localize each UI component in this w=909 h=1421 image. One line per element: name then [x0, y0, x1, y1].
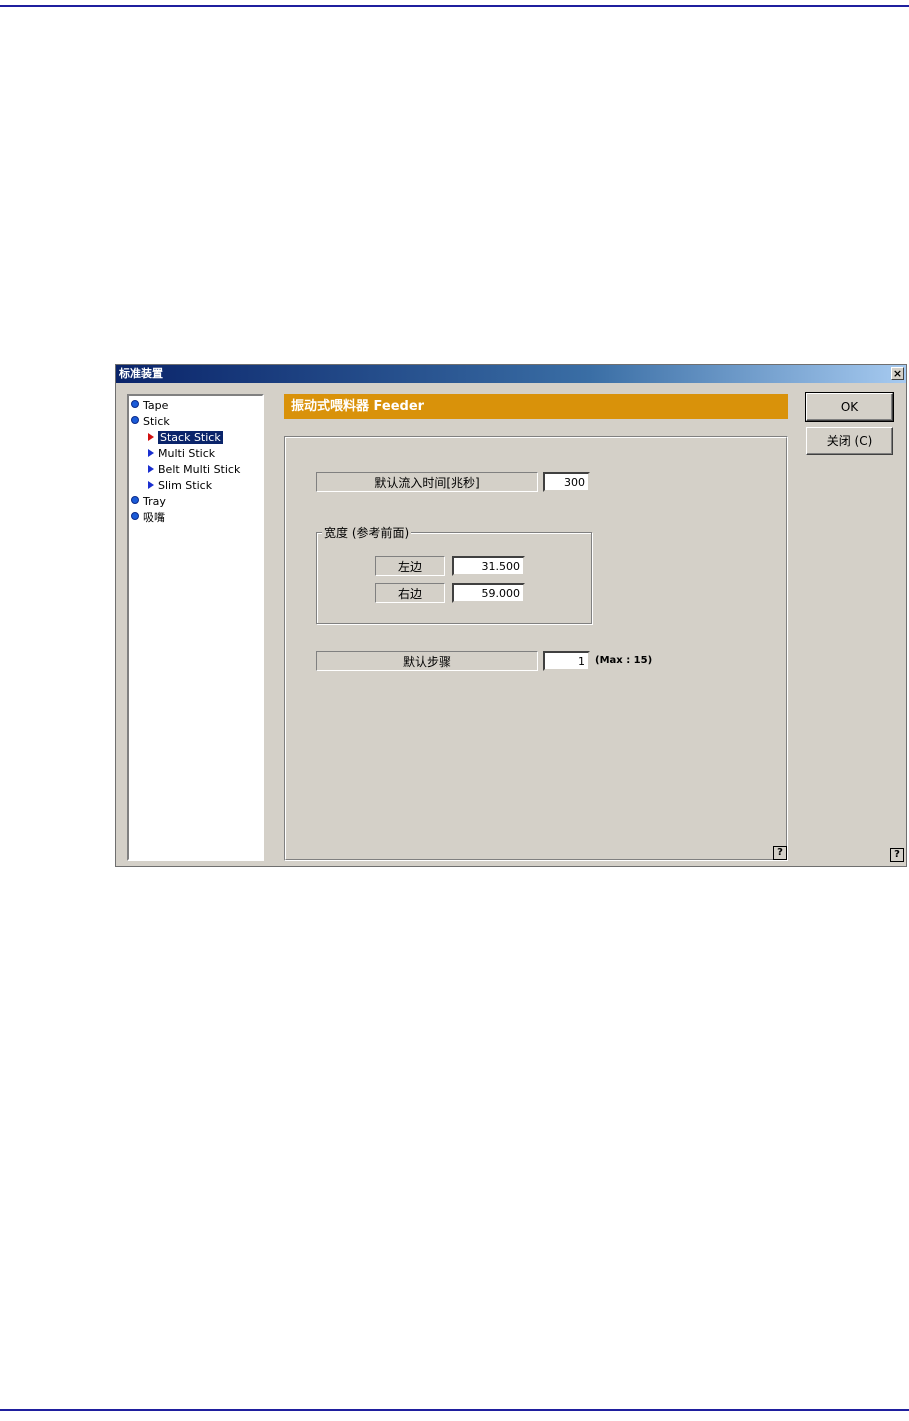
settings-panel-inner: 默认流入时间[兆秒] 300 宽度 (参考前面) 左边 31.500 右边 59…	[285, 437, 787, 860]
left-width-input[interactable]: 31.500	[452, 556, 525, 576]
tree-item-tape[interactable]: Tape	[131, 398, 168, 413]
section-header: 振动式喂料器 Feeder	[284, 394, 788, 419]
dialog-title: 标准装置	[119, 367, 163, 380]
steps-max-hint: (Max : 15)	[595, 655, 653, 666]
panel-help-button[interactable]: ?	[773, 846, 787, 860]
help-icon: ?	[894, 849, 900, 860]
page-bottom-rule	[0, 1409, 909, 1411]
section-title: 振动式喂料器 Feeder	[291, 399, 425, 414]
tree-arrow-icon	[148, 449, 154, 457]
tree-item-multi-stick[interactable]: Multi Stick	[148, 446, 215, 461]
infeed-time-input[interactable]: 300	[543, 472, 590, 492]
tree-node-icon	[131, 400, 139, 408]
close-button[interactable]: 关闭 (C)	[806, 427, 893, 455]
page-top-rule	[0, 5, 909, 7]
settings-panel: 默认流入时间[兆秒] 300 宽度 (参考前面) 左边 31.500 右边 59…	[284, 436, 788, 861]
right-label: 右边	[375, 583, 445, 603]
dialog-help-button[interactable]: ?	[890, 848, 904, 862]
tree-item-stick[interactable]: Stick	[131, 414, 170, 429]
close-icon: ×	[892, 367, 903, 380]
feeder-type-tree[interactable]: Tape Stick Stack Stick Multi Stick Belt …	[127, 394, 264, 861]
help-icon: ?	[777, 847, 783, 858]
width-group-title: 宽度 (参考前面)	[322, 524, 412, 541]
tree-arrow-icon	[148, 481, 154, 489]
ok-button[interactable]: OK	[805, 392, 894, 422]
tree-item-tray[interactable]: Tray	[131, 494, 166, 509]
tree-node-icon	[131, 496, 139, 504]
close-window-button[interactable]: ×	[891, 367, 904, 380]
dialog-title-bar[interactable]: 标准装置 ×	[116, 365, 906, 383]
tree-item-nozzle[interactable]: 吸嘴	[131, 510, 165, 525]
tree-arrow-icon	[148, 465, 154, 473]
tree-item-stack-stick[interactable]: Stack Stick	[148, 430, 223, 445]
infeed-time-label: 默认流入时间[兆秒]	[316, 472, 538, 492]
tree-item-slim-stick[interactable]: Slim Stick	[148, 478, 212, 493]
default-steps-input[interactable]: 1	[543, 651, 590, 671]
right-width-input[interactable]: 59.000	[452, 583, 525, 603]
tree-node-icon	[131, 416, 139, 424]
tree-arrow-icon	[148, 433, 154, 441]
tree-node-icon	[131, 512, 139, 520]
tree-item-belt-multi-stick[interactable]: Belt Multi Stick	[148, 462, 240, 477]
standard-device-dialog: 标准装置 × Tape Stick Stack Stick Multi Stic…	[115, 364, 907, 867]
default-steps-label: 默认步骤	[316, 651, 538, 671]
left-label: 左边	[375, 556, 445, 576]
width-groupbox: 宽度 (参考前面) 左边 31.500 右边 59.000	[316, 524, 592, 624]
